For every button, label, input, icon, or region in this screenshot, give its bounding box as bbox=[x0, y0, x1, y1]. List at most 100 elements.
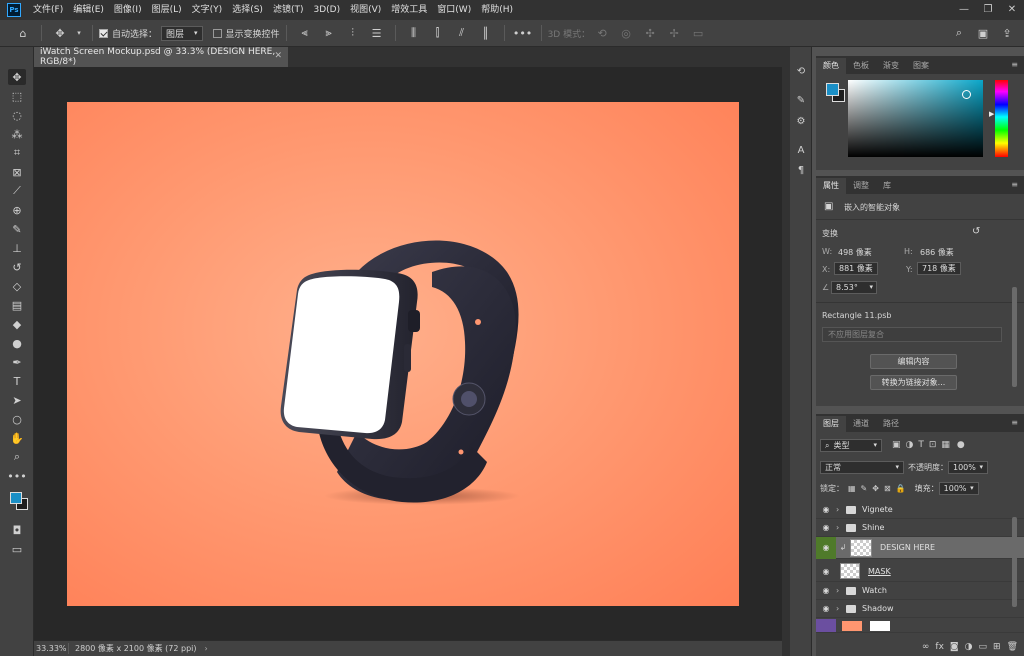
layer-filter-icons[interactable]: ▣◑T⊡▦ bbox=[892, 440, 955, 450]
layer-row-watch[interactable]: ◉ › Watch bbox=[816, 582, 1024, 600]
align-right-icon[interactable]: ⫶ bbox=[344, 24, 362, 42]
menu-filter[interactable]: 滤镜(T) bbox=[268, 0, 309, 20]
width-value[interactable]: 498 像素 bbox=[838, 247, 872, 258]
y-position-field[interactable]: 718 像素 bbox=[917, 262, 961, 275]
layer-row-shine[interactable]: ◉ › Shine bbox=[816, 519, 1024, 537]
distribute-hcenter-icon[interactable]: ║ bbox=[477, 24, 495, 42]
zoom-icon[interactable]: ⌕ bbox=[8, 449, 26, 465]
menu-edit[interactable]: 编辑(E) bbox=[68, 0, 109, 20]
document-tab[interactable]: iWatch Screen Mockup.psd @ 33.3% (DESIGN… bbox=[34, 47, 288, 67]
type-icon[interactable]: T bbox=[8, 373, 26, 389]
filter-toggle-icon[interactable]: ● bbox=[957, 440, 965, 450]
history-brush-icon[interactable]: ↺ bbox=[8, 259, 26, 275]
move-tool-preset-icon[interactable]: ✥ bbox=[51, 24, 69, 42]
menu-help[interactable]: 帮助(H) bbox=[476, 0, 518, 20]
brush-icon[interactable]: ✎ bbox=[8, 221, 26, 237]
stamp-icon[interactable]: ⊥ bbox=[8, 240, 26, 256]
fill-field[interactable]: 100% ▾ bbox=[938, 481, 979, 495]
menu-type[interactable]: 文字(Y) bbox=[187, 0, 228, 20]
document-canvas[interactable] bbox=[67, 102, 739, 606]
opacity-field[interactable]: 100% ▾ bbox=[948, 460, 988, 474]
magic-wand-icon[interactable]: ⁂ bbox=[8, 126, 26, 142]
color-picker-handle[interactable] bbox=[962, 90, 971, 99]
edit-contents-button[interactable]: 编辑内容 bbox=[870, 354, 957, 369]
tab-paths[interactable]: 路径 bbox=[876, 416, 906, 432]
menu-plugins[interactable]: 增效工具 bbox=[386, 0, 432, 20]
layer-row-mask[interactable]: ◉ MASK bbox=[816, 561, 1024, 582]
zoom-level[interactable]: 33.33% bbox=[34, 644, 68, 653]
layers-scrollbar[interactable] bbox=[1012, 517, 1017, 607]
gradient-icon[interactable]: ▤ bbox=[8, 297, 26, 313]
video-3d-icon[interactable]: ▭ bbox=[689, 24, 707, 42]
menu-3d[interactable]: 3D(D) bbox=[308, 0, 345, 20]
new-group-icon[interactable]: ▭ bbox=[979, 642, 988, 652]
pen-icon[interactable]: ✒ bbox=[8, 354, 26, 370]
align-top-icon[interactable]: ☰ bbox=[368, 24, 386, 42]
quick-mask-icon[interactable]: ◘ bbox=[8, 522, 26, 538]
align-center-icon[interactable]: ⫸ bbox=[320, 24, 338, 42]
tab-layers[interactable]: 图层 bbox=[816, 416, 846, 432]
layer-row-vignete[interactable]: ◉ › Vignete bbox=[816, 501, 1024, 519]
orbit-3d-icon[interactable]: ⟲ bbox=[593, 24, 611, 42]
drag-3d-icon[interactable]: ✣ bbox=[641, 24, 659, 42]
reset-transform-icon[interactable]: ↺ bbox=[972, 226, 980, 237]
layer-row-background[interactable] bbox=[816, 619, 1024, 633]
canvas-area[interactable] bbox=[34, 67, 782, 640]
panel-menu-icon[interactable]: ≡ bbox=[1011, 60, 1018, 69]
panel-menu-icon[interactable]: ≡ bbox=[1011, 418, 1018, 427]
chevron-right-icon[interactable]: › bbox=[836, 586, 844, 595]
frame-icon[interactable]: ⊠ bbox=[8, 164, 26, 180]
x-position-field[interactable]: 881 像素 bbox=[834, 262, 878, 275]
slide-3d-icon[interactable]: ✢ bbox=[665, 24, 683, 42]
show-transform-checkbox[interactable] bbox=[212, 28, 222, 38]
paragraph-panel-icon[interactable]: ¶ bbox=[793, 162, 809, 178]
maximize-button[interactable]: ❐ bbox=[976, 0, 1000, 20]
menu-image[interactable]: 图像(I) bbox=[109, 0, 147, 20]
chevron-right-icon[interactable]: › bbox=[836, 523, 844, 532]
panel-menu-icon[interactable]: ≡ bbox=[1011, 180, 1018, 189]
visibility-eye-icon[interactable]: ◉ bbox=[816, 523, 836, 532]
menu-select[interactable]: 选择(S) bbox=[227, 0, 268, 20]
new-layer-icon[interactable]: ⊞ bbox=[993, 642, 1001, 652]
path-select-icon[interactable]: ➤ bbox=[8, 392, 26, 408]
brush-settings-icon[interactable]: ✎ bbox=[793, 92, 809, 108]
close-button[interactable]: ✕ bbox=[1000, 0, 1024, 20]
eraser-icon[interactable]: ◇ bbox=[8, 278, 26, 294]
menu-window[interactable]: 窗口(W) bbox=[432, 0, 476, 20]
angle-field[interactable]: 8.53° ▾ bbox=[831, 281, 877, 294]
layer-row-shadow[interactable]: ◉ › Shadow bbox=[816, 600, 1024, 618]
menu-view[interactable]: 视图(V) bbox=[345, 0, 386, 20]
tab-color[interactable]: 颜色 bbox=[816, 58, 846, 74]
distribute-vcenter-icon[interactable]: ⫿ bbox=[429, 24, 447, 42]
blend-mode-dropdown[interactable]: 正常 ▾ bbox=[820, 460, 904, 474]
visibility-eye-icon[interactable]: ◉ bbox=[816, 536, 836, 559]
share-icon[interactable]: ⇪ bbox=[998, 24, 1016, 42]
chevron-right-icon[interactable]: › bbox=[836, 505, 844, 514]
link-layers-icon[interactable]: ∞ bbox=[922, 642, 930, 652]
home-icon[interactable]: ⌂ bbox=[14, 24, 32, 42]
more-icon[interactable]: ••• bbox=[7, 468, 26, 484]
visibility-eye-icon[interactable]: ◉ bbox=[816, 586, 836, 595]
color-foreground-swatch[interactable] bbox=[826, 83, 839, 96]
minimize-button[interactable]: — bbox=[952, 0, 976, 20]
search-icon[interactable]: ⌕ bbox=[950, 24, 968, 42]
move-tool-icon[interactable]: ✥ bbox=[8, 69, 26, 85]
lasso-icon[interactable]: ◌ bbox=[8, 107, 26, 123]
distribute-bottom-icon[interactable]: ⫽ bbox=[453, 24, 471, 42]
screen-mode-icon[interactable]: ▭ bbox=[8, 541, 26, 557]
lock-icons[interactable]: ▦✎✥⊠🔒 bbox=[848, 484, 911, 493]
properties-scrollbar[interactable] bbox=[1012, 287, 1017, 387]
tab-properties[interactable]: 属性 bbox=[816, 178, 846, 194]
tab-patterns[interactable]: 图案 bbox=[906, 58, 936, 74]
blur-icon[interactable]: ◆ bbox=[8, 316, 26, 332]
add-mask-icon[interactable]: ◙ bbox=[950, 642, 959, 652]
ellipse-icon[interactable]: ○ bbox=[8, 411, 26, 427]
height-value[interactable]: 686 像素 bbox=[920, 247, 954, 258]
tab-swatches[interactable]: 色板 bbox=[846, 58, 876, 74]
character-panel-icon[interactable]: A bbox=[793, 142, 809, 158]
tab-libraries[interactable]: 库 bbox=[876, 178, 898, 194]
menu-file[interactable]: 文件(F) bbox=[28, 0, 68, 20]
more-options-icon[interactable]: ••• bbox=[513, 24, 532, 42]
tab-channels[interactable]: 通道 bbox=[846, 416, 876, 432]
crop-icon[interactable]: ⌗ bbox=[8, 145, 26, 161]
